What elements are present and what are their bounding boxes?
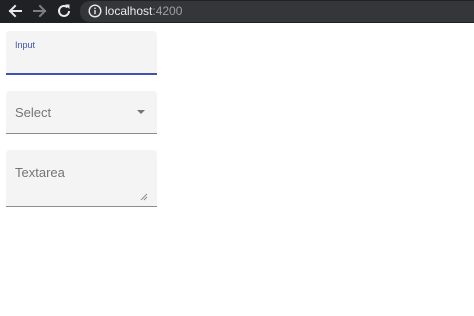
forward-button[interactable] xyxy=(31,2,49,20)
url-host: localhost xyxy=(105,4,153,18)
textarea-label: Textarea xyxy=(15,165,65,180)
info-icon[interactable] xyxy=(88,4,102,18)
url-port: :4200 xyxy=(152,4,183,18)
resize-handle-icon[interactable] xyxy=(140,193,148,201)
arrow-left-icon xyxy=(8,4,22,18)
dropdown-arrow-icon[interactable] xyxy=(137,110,145,114)
browser-toolbar: localhost:4200 xyxy=(0,0,474,23)
reload-icon xyxy=(58,4,70,17)
select-label: Select xyxy=(15,105,52,120)
url-text[interactable]: localhost:4200 xyxy=(105,4,182,19)
reload-button[interactable] xyxy=(55,2,73,20)
input-field[interactable]: Input xyxy=(6,31,157,75)
select-field[interactable]: Select xyxy=(6,91,157,134)
address-bar[interactable]: localhost:4200 xyxy=(80,1,474,22)
back-button[interactable] xyxy=(6,2,24,20)
input-label: Input xyxy=(15,40,36,50)
input-text[interactable] xyxy=(15,51,147,69)
arrow-right-icon xyxy=(33,4,47,18)
textarea-field[interactable]: Textarea xyxy=(6,150,157,207)
